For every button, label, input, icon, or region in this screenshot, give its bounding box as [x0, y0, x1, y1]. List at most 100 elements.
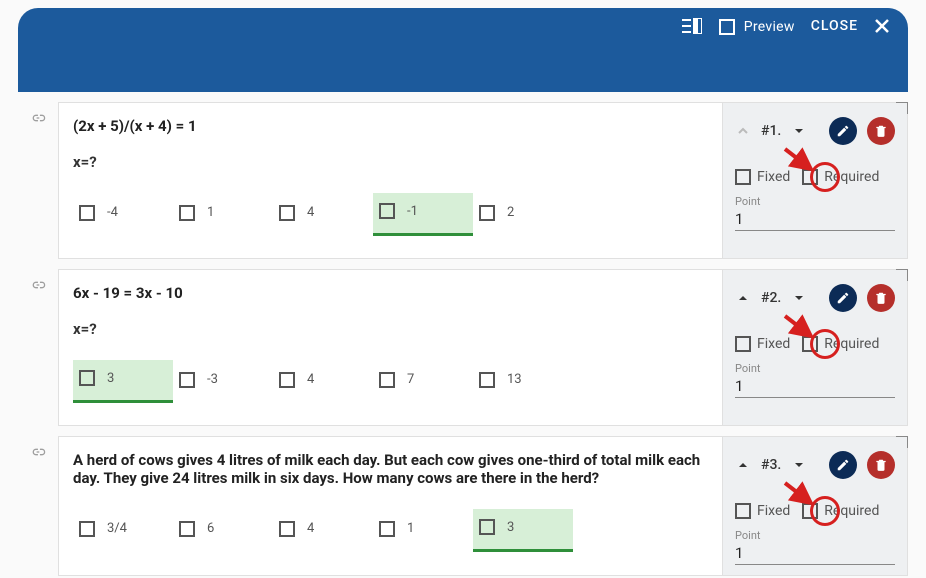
- edit-button[interactable]: [829, 117, 857, 145]
- close-label: CLOSE: [811, 18, 858, 34]
- option-value: 2: [507, 205, 514, 220]
- checkbox-empty-icon: [279, 521, 295, 537]
- option-value: 4: [307, 521, 314, 536]
- fixed-checkbox[interactable]: [735, 336, 751, 352]
- answer-option[interactable]: -3: [173, 360, 273, 403]
- preview-label: Preview: [744, 19, 795, 35]
- edit-button[interactable]: [829, 284, 857, 312]
- answer-option[interactable]: -4: [73, 193, 173, 236]
- answer-option[interactable]: 2: [473, 193, 573, 236]
- answer-option[interactable]: 1: [373, 509, 473, 552]
- option-value: 3: [107, 371, 114, 386]
- answer-option[interactable]: 6: [173, 509, 273, 552]
- checkbox-empty-icon: [179, 521, 195, 537]
- answer-option[interactable]: 4: [273, 193, 373, 236]
- fixed-checkbox[interactable]: [735, 503, 751, 519]
- checkbox-empty-icon: [379, 521, 395, 537]
- question-body: A herd of cows gives 4 litres of milk ea…: [59, 437, 722, 575]
- option-value: 3: [507, 520, 514, 535]
- point-value[interactable]: 1: [735, 544, 895, 565]
- answer-option[interactable]: 13: [473, 360, 573, 403]
- required-label: Required: [824, 503, 879, 519]
- close-button[interactable]: CLOSE: [811, 18, 858, 34]
- options-row: 3 -3 4 7 13: [73, 360, 708, 403]
- question-card: 6x - 19 = 3x - 10 x=? 3 -3 4 7 13 #2. Fixed Requi…: [58, 269, 908, 426]
- answer-option[interactable]: 1: [173, 193, 273, 236]
- move-down-button[interactable]: [791, 457, 807, 473]
- question-title: 6x - 19 = 3x - 10: [73, 284, 708, 302]
- option-value: 3/4: [107, 521, 127, 536]
- option-value: -1: [407, 204, 418, 219]
- question-body: 6x - 19 = 3x - 10 x=? 3 -3 4 7 13: [59, 270, 722, 425]
- move-down-button[interactable]: [791, 290, 807, 306]
- checkbox-empty-icon: [279, 372, 295, 388]
- options-row: 3/4 6 4 1 3: [73, 509, 708, 552]
- answer-option[interactable]: 3: [73, 360, 173, 403]
- fixed-checkbox[interactable]: [735, 169, 751, 185]
- point-label: Point: [735, 195, 895, 208]
- sidebar-toprow: #3.: [735, 451, 895, 479]
- required-label: Required: [824, 169, 879, 185]
- link-icon[interactable]: [18, 102, 58, 259]
- question-title: (2x + 5)/(x + 4) = 1: [73, 117, 708, 135]
- option-value: 13: [507, 372, 522, 387]
- fixed-label: Fixed: [757, 336, 790, 352]
- preview-toggle[interactable]: Preview: [718, 18, 795, 36]
- link-icon[interactable]: [18, 269, 58, 426]
- option-value: 4: [307, 205, 314, 220]
- option-value: 6: [207, 521, 214, 536]
- checkbox-empty-icon: [79, 521, 95, 537]
- question-subtitle: x=?: [73, 320, 708, 338]
- question-row: (2x + 5)/(x + 4) = 1 x=? -4 1 4 -1 2 #1. Fixed Re…: [18, 102, 908, 259]
- option-value: -4: [107, 205, 118, 220]
- checkbox-empty-icon: [79, 370, 95, 386]
- move-up-button[interactable]: [735, 457, 751, 473]
- move-up-button[interactable]: [735, 290, 751, 306]
- answer-option[interactable]: 7: [373, 360, 473, 403]
- flags-row: Fixed Required: [735, 503, 895, 519]
- point-value[interactable]: 1: [735, 377, 895, 398]
- option-value: 4: [307, 372, 314, 387]
- delete-button[interactable]: [867, 117, 895, 145]
- edit-button[interactable]: [829, 451, 857, 479]
- point-value[interactable]: 1: [735, 210, 895, 231]
- option-value: 1: [407, 521, 414, 536]
- delete-button[interactable]: [867, 451, 895, 479]
- checkbox-empty-icon: [379, 203, 395, 219]
- question-card: (2x + 5)/(x + 4) = 1 x=? -4 1 4 -1 2 #1. Fixed Re…: [58, 102, 908, 259]
- question-body: (2x + 5)/(x + 4) = 1 x=? -4 1 4 -1 2: [59, 103, 722, 258]
- move-up-button[interactable]: [735, 123, 751, 139]
- answer-option[interactable]: 4: [273, 509, 373, 552]
- move-down-button[interactable]: [791, 123, 807, 139]
- fixed-label: Fixed: [757, 503, 790, 519]
- checkbox-empty-icon: [179, 205, 195, 221]
- point-label: Point: [735, 529, 895, 542]
- question-row: A herd of cows gives 4 litres of milk ea…: [18, 436, 908, 576]
- required-checkbox[interactable]: [802, 169, 818, 185]
- option-value: 1: [207, 205, 214, 220]
- fixed-label: Fixed: [757, 169, 790, 185]
- question-number: #3.: [761, 457, 781, 473]
- delete-button[interactable]: [867, 284, 895, 312]
- answer-option[interactable]: 4: [273, 360, 373, 403]
- answer-option[interactable]: -1: [373, 193, 473, 236]
- question-subtitle: x=?: [73, 153, 708, 171]
- layout-toggle-icon[interactable]: [682, 18, 702, 34]
- question-number: #2.: [761, 290, 781, 306]
- required-checkbox[interactable]: [802, 503, 818, 519]
- link-icon[interactable]: [18, 436, 58, 576]
- question-card: A herd of cows gives 4 litres of milk ea…: [58, 436, 908, 576]
- checkbox-empty-icon: [479, 372, 495, 388]
- answer-option[interactable]: 3/4: [73, 509, 173, 552]
- option-value: -3: [207, 372, 218, 387]
- flags-row: Fixed Required: [735, 169, 895, 185]
- option-value: 7: [407, 372, 414, 387]
- question-sidebar: #3. Fixed Required Point 1: [722, 437, 907, 575]
- checkbox-empty-icon: [179, 372, 195, 388]
- required-checkbox[interactable]: [802, 336, 818, 352]
- sidebar-toprow: #1.: [735, 117, 895, 145]
- required-label: Required: [824, 336, 879, 352]
- checkbox-empty-icon: [718, 18, 736, 36]
- close-icon[interactable]: [874, 18, 890, 34]
- answer-option[interactable]: 3: [473, 509, 573, 552]
